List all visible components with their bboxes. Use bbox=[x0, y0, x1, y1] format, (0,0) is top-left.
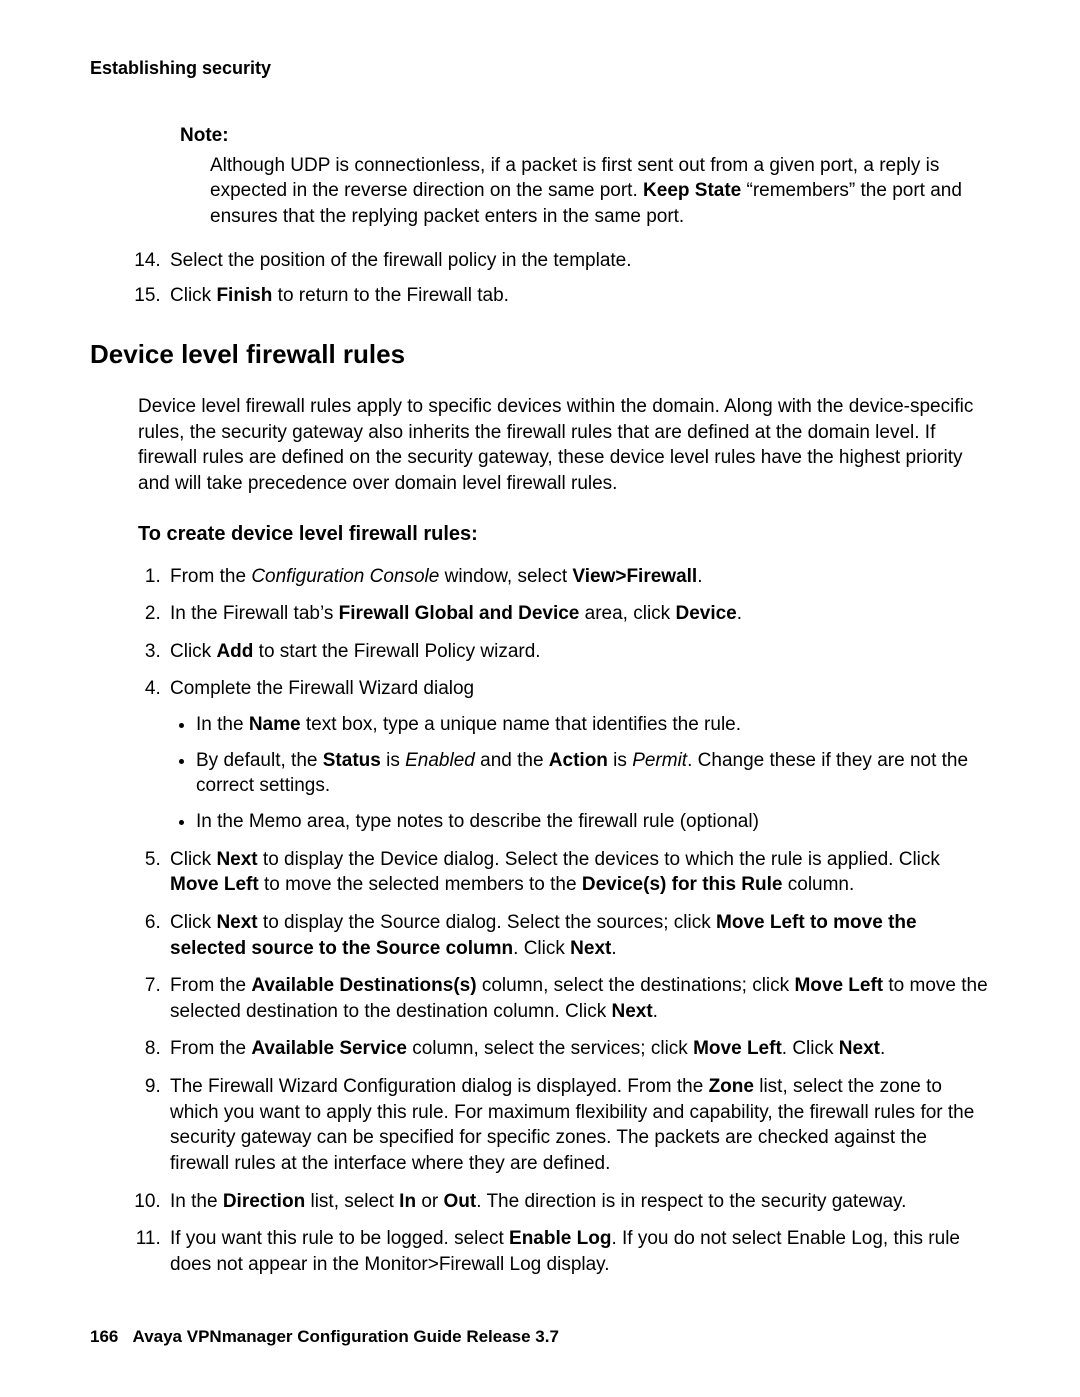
text-bold: Available Service bbox=[251, 1038, 407, 1059]
step-3: Click Add to start the Firewall Policy w… bbox=[166, 639, 990, 665]
step-5: Click Next to display the Device dialog.… bbox=[166, 847, 990, 898]
step-4-bullets: In the Name text box, type a unique name… bbox=[170, 712, 990, 835]
text: column, select the services; click bbox=[407, 1038, 693, 1059]
text: to start the Firewall Policy wizard. bbox=[253, 641, 540, 662]
page-footer: 166 Avaya VPNmanager Configuration Guide… bbox=[90, 1327, 559, 1347]
text: to return to the Firewall tab. bbox=[272, 285, 509, 306]
note-label: Note: bbox=[180, 123, 990, 149]
text: Click bbox=[170, 641, 216, 662]
text-bold: Status bbox=[323, 750, 381, 771]
text: Click bbox=[170, 912, 216, 933]
section-heading: Device level firewall rules bbox=[90, 337, 990, 372]
text-bold: Finish bbox=[216, 285, 272, 306]
text-bold: Next bbox=[570, 938, 611, 959]
text: list, select bbox=[305, 1191, 399, 1212]
text-italic: Permit bbox=[632, 750, 687, 771]
text: . The direction is in respect to the sec… bbox=[476, 1191, 906, 1212]
step-1: From the Configuration Console window, s… bbox=[166, 564, 990, 590]
text: to display the Device dialog. Select the… bbox=[258, 849, 940, 870]
step-4: Complete the Firewall Wizard dialog In t… bbox=[166, 676, 990, 834]
text: or bbox=[416, 1191, 443, 1212]
text-bold: Direction bbox=[223, 1191, 305, 1212]
text-bold: Move Left bbox=[693, 1038, 782, 1059]
page-number: 166 bbox=[90, 1327, 118, 1346]
text-bold: Zone bbox=[709, 1076, 754, 1097]
text: . bbox=[697, 566, 702, 587]
text-bold: Firewall Global and Device bbox=[339, 603, 580, 624]
text-bold: Device(s) for this Rule bbox=[582, 874, 783, 895]
page: Establishing security Note: Although UDP… bbox=[0, 0, 1080, 1397]
step-10: In the Direction list, select In or Out.… bbox=[166, 1189, 990, 1215]
text-bold: Next bbox=[216, 849, 257, 870]
text: to display the Source dialog. Select the… bbox=[258, 912, 716, 933]
text: From the bbox=[170, 1038, 251, 1059]
sub-heading: To create device level firewall rules: bbox=[138, 521, 990, 548]
continued-list: Select the position of the firewall poli… bbox=[138, 248, 990, 309]
text: . Click bbox=[782, 1038, 839, 1059]
text-bold: View>Firewall bbox=[572, 566, 697, 587]
text-bold: Action bbox=[549, 750, 608, 771]
text: . bbox=[653, 1001, 658, 1022]
note-body: Although UDP is connectionless, if a pac… bbox=[210, 153, 990, 230]
text: text box, type a unique name that identi… bbox=[301, 714, 741, 735]
text-bold: Enable Log bbox=[509, 1228, 611, 1249]
step-8: From the Available Service column, selec… bbox=[166, 1036, 990, 1062]
running-header: Establishing security bbox=[90, 58, 990, 79]
text: and the bbox=[475, 750, 549, 771]
text: In the Memo area, type notes to describe… bbox=[196, 811, 759, 832]
text-bold: Available Destinations(s) bbox=[251, 975, 476, 996]
text-bold: Next bbox=[839, 1038, 880, 1059]
text: Select the position of the firewall poli… bbox=[170, 250, 632, 271]
text-italic: Configuration Console bbox=[251, 566, 439, 587]
text: is bbox=[608, 750, 632, 771]
note-text-bold: Keep State bbox=[643, 180, 741, 201]
bullet-item: By default, the Status is Enabled and th… bbox=[196, 748, 990, 799]
text-bold: Device bbox=[675, 603, 736, 624]
text-bold: Name bbox=[249, 714, 301, 735]
text: Complete the Firewall Wizard dialog bbox=[170, 678, 474, 699]
text-bold: In bbox=[399, 1191, 416, 1212]
bullet-item: In the Name text box, type a unique name… bbox=[196, 712, 990, 738]
text: In the bbox=[170, 1191, 223, 1212]
text: to move the selected members to the bbox=[259, 874, 582, 895]
text: area, click bbox=[579, 603, 675, 624]
step-7: From the Available Destinations(s) colum… bbox=[166, 973, 990, 1024]
footer-title: Avaya VPNmanager Configuration Guide Rel… bbox=[133, 1327, 559, 1346]
text: . bbox=[611, 938, 616, 959]
text: window, select bbox=[439, 566, 572, 587]
note-block: Note: Although UDP is connectionless, if… bbox=[180, 123, 990, 230]
text: column, select the destinations; click bbox=[477, 975, 795, 996]
text: The Firewall Wizard Configuration dialog… bbox=[170, 1076, 709, 1097]
text-bold: Move Left bbox=[794, 975, 883, 996]
step-6: Click Next to display the Source dialog.… bbox=[166, 910, 990, 961]
text: From the bbox=[170, 566, 251, 587]
text: In the bbox=[196, 714, 249, 735]
bullet-item: In the Memo area, type notes to describe… bbox=[196, 809, 990, 835]
text: In the Firewall tab’s bbox=[170, 603, 339, 624]
step-2: In the Firewall tab’s Firewall Global an… bbox=[166, 601, 990, 627]
list-item-14: Select the position of the firewall poli… bbox=[166, 248, 990, 274]
text: From the bbox=[170, 975, 251, 996]
text: By default, the bbox=[196, 750, 323, 771]
steps-list: From the Configuration Console window, s… bbox=[138, 564, 990, 1278]
text-italic: Enabled bbox=[405, 750, 475, 771]
text-bold: Next bbox=[216, 912, 257, 933]
text: is bbox=[381, 750, 405, 771]
text-bold: Move Left bbox=[170, 874, 259, 895]
text: column. bbox=[782, 874, 854, 895]
text: If you want this rule to be logged. sele… bbox=[170, 1228, 509, 1249]
text-bold: Out bbox=[444, 1191, 477, 1212]
list-item-15: Click Finish to return to the Firewall t… bbox=[166, 283, 990, 309]
text: Click bbox=[170, 285, 216, 306]
text: . bbox=[737, 603, 742, 624]
text: . Click bbox=[513, 938, 570, 959]
text-bold: Add bbox=[216, 641, 253, 662]
text: Click bbox=[170, 849, 216, 870]
text: . bbox=[880, 1038, 885, 1059]
step-11: If you want this rule to be logged. sele… bbox=[166, 1226, 990, 1277]
section-intro: Device level firewall rules apply to spe… bbox=[138, 394, 990, 497]
text-bold: Next bbox=[611, 1001, 652, 1022]
step-9: The Firewall Wizard Configuration dialog… bbox=[166, 1074, 990, 1177]
main-content: Note: Although UDP is connectionless, if… bbox=[138, 123, 990, 1278]
